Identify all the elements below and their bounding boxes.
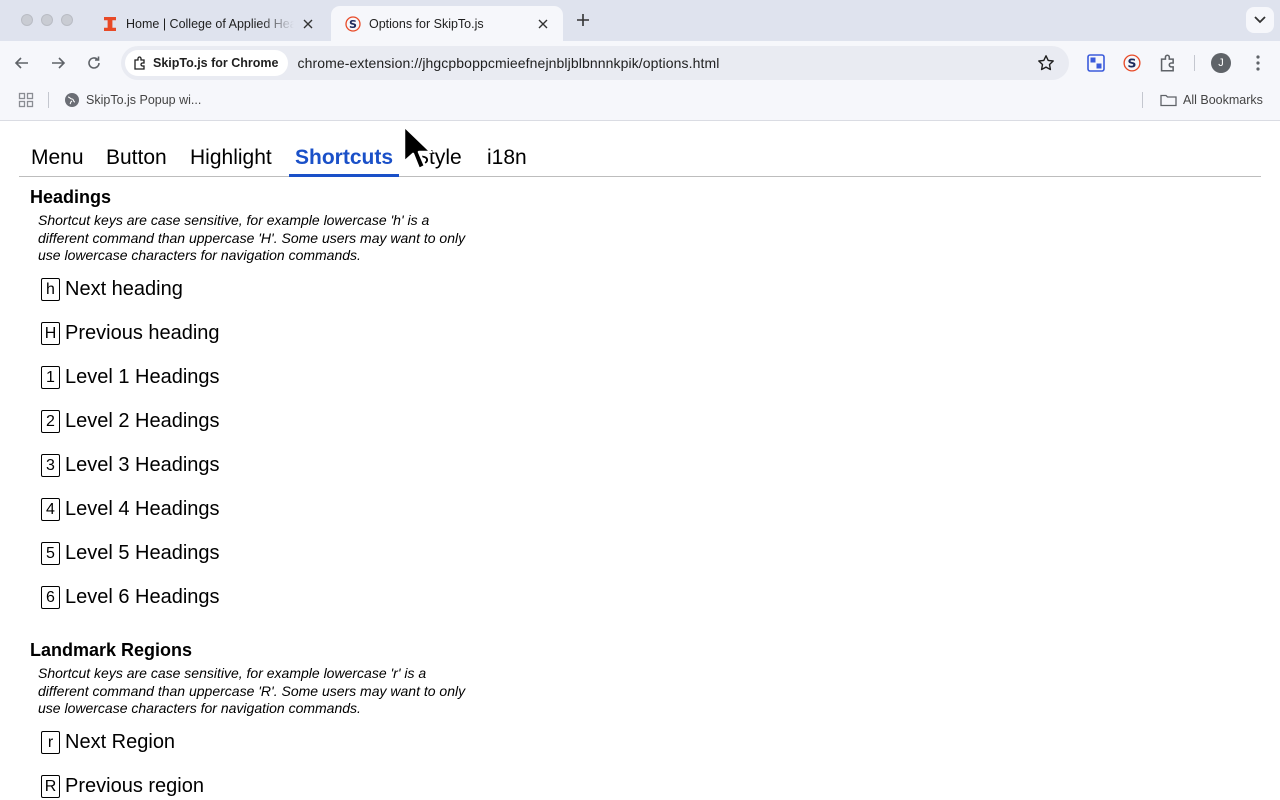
close-tab-icon[interactable] — [535, 16, 551, 32]
globe-icon — [65, 93, 79, 107]
browser-tab-strip: Home | College of Applied Health Science… — [0, 0, 1280, 41]
site-info-chip[interactable]: SkipTo.js for Chrome — [125, 50, 289, 76]
shortcut-label: Previous heading — [65, 322, 220, 344]
bookmarks-divider — [48, 92, 49, 108]
tab-title: Options for SkipTo.js — [369, 16, 484, 31]
shortcut-label: Level 5 Headings — [65, 542, 220, 564]
skipto-icon: S — [345, 15, 361, 32]
headings-section: Headings Shortcut keys are case sensitiv… — [30, 186, 468, 620]
apps-button[interactable] — [18, 85, 34, 115]
shortcut-row: Level 3 Headings — [41, 444, 468, 488]
shortcut-label: Level 4 Headings — [65, 498, 220, 520]
svg-text:S: S — [1128, 57, 1137, 71]
browser-tab-college[interactable]: Home | College of Applied Health Science… — [88, 6, 328, 41]
puzzle-icon — [1160, 54, 1174, 72]
browser-tab-options[interactable]: S Options for SkipTo.js — [331, 6, 563, 41]
shortcut-key-input[interactable] — [41, 366, 60, 389]
tab-i18n[interactable]: i18n — [481, 141, 533, 177]
shortcut-row: Level 5 Headings — [41, 532, 468, 576]
shortcut-key-input[interactable] — [41, 278, 60, 301]
shortcut-key-input[interactable] — [41, 410, 60, 433]
more-vertical-icon — [1256, 55, 1260, 71]
tab-menu[interactable]: Menu — [25, 141, 90, 177]
shortcut-row: Level 2 Headings — [41, 400, 468, 444]
extensions-menu-button[interactable] — [1158, 53, 1178, 73]
reload-icon — [88, 56, 100, 69]
shortcut-row: Previous region — [41, 765, 468, 800]
tab-search-button[interactable] — [1246, 7, 1274, 33]
back-button[interactable] — [12, 53, 32, 73]
shortcut-row: Level 6 Headings — [41, 576, 468, 620]
skipto-extension-button[interactable]: S — [1122, 53, 1142, 73]
window-close-button[interactable] — [21, 14, 33, 26]
address-bar[interactable]: SkipTo.js for Chrome chrome-extension://… — [121, 46, 1069, 80]
tab-highlight[interactable]: Highlight — [184, 141, 278, 177]
shortcut-label: Level 1 Headings — [65, 366, 220, 388]
skipto-icon: S — [1123, 54, 1141, 72]
section-heading: Landmark Regions — [30, 640, 193, 660]
shortcut-list: Next Region Previous region — [30, 721, 468, 800]
section-heading: Headings — [30, 187, 112, 207]
shortcut-key-input[interactable] — [41, 498, 60, 521]
browser-toolbar: SkipTo.js for Chrome chrome-extension://… — [0, 41, 1280, 85]
arrow-right-icon — [52, 57, 66, 69]
shortcut-label: Level 3 Headings — [65, 454, 220, 476]
shortcut-label: Previous region — [65, 775, 204, 797]
shortcut-row: Level 4 Headings — [41, 488, 468, 532]
shortcut-list: Next heading Previous heading Level 1 He… — [30, 268, 468, 620]
shortcut-row: Next heading — [41, 268, 468, 312]
shortcut-label: Level 6 Headings — [65, 586, 220, 608]
window-minimize-button[interactable] — [41, 14, 53, 26]
plus-icon — [577, 14, 589, 26]
shortcut-row: Next Region — [41, 721, 468, 765]
shortcut-key-input[interactable] — [41, 322, 60, 345]
site-name: SkipTo.js for Chrome — [153, 56, 279, 70]
profile-avatar[interactable]: J — [1211, 53, 1231, 73]
browser-menu-button[interactable] — [1248, 53, 1268, 73]
shortcut-row: Level 1 Headings — [41, 356, 468, 400]
shortcut-label: Next heading — [65, 278, 183, 300]
shortcut-row: Previous heading — [41, 312, 468, 356]
options-page: Menu Button Highlight Shortcuts Style i1… — [0, 121, 1280, 800]
bookmark-label: SkipTo.js Popup wi... — [86, 93, 202, 107]
shortcut-key-input[interactable] — [41, 586, 60, 609]
bookmark-star-icon[interactable] — [1037, 54, 1055, 72]
all-bookmarks-button[interactable]: All Bookmarks — [1160, 85, 1263, 115]
svg-text:S: S — [349, 18, 357, 31]
shortcut-label: Next Region — [65, 731, 176, 753]
tab-style[interactable]: Style — [409, 141, 468, 177]
reload-button[interactable] — [84, 53, 104, 73]
illinois-i-icon — [102, 16, 118, 32]
toolbar-divider — [1194, 55, 1195, 71]
all-bookmarks-label: All Bookmarks — [1183, 93, 1263, 107]
shortcut-key-input[interactable] — [41, 731, 60, 754]
close-tab-icon[interactable] — [300, 16, 316, 32]
folder-icon — [1160, 94, 1177, 107]
apps-grid-icon — [18, 92, 34, 108]
new-tab-button[interactable] — [573, 10, 593, 30]
shortcut-label: Level 2 Headings — [65, 410, 220, 432]
extension-button-1[interactable] — [1086, 53, 1106, 73]
section-description: Shortcut keys are case sensitive, for ex… — [38, 665, 466, 716]
shortcut-key-input[interactable] — [41, 454, 60, 477]
shortcut-key-input[interactable] — [41, 775, 60, 798]
bookmarks-bar: SkipTo.js Popup wi... All Bookmarks — [0, 85, 1280, 121]
section-description: Shortcut keys are case sensitive, for ex… — [38, 212, 466, 263]
extension-grid-icon — [1087, 54, 1105, 72]
url-text[interactable]: chrome-extension://jhgcpboppcmieefnejnbl… — [297, 55, 719, 71]
bookmark-item[interactable]: SkipTo.js Popup wi... — [64, 85, 201, 115]
forward-button[interactable] — [48, 53, 68, 73]
shortcut-key-input[interactable] — [41, 542, 60, 565]
arrow-left-icon — [14, 57, 28, 69]
bookmarks-divider — [1142, 92, 1143, 108]
options-tab-list: Menu Button Highlight Shortcuts Style i1… — [19, 141, 1261, 177]
tab-shortcuts[interactable]: Shortcuts — [289, 141, 400, 177]
landmarks-section: Landmark Regions Shortcut keys are case … — [30, 639, 468, 800]
tab-button[interactable]: Button — [100, 141, 173, 177]
chevron-down-icon — [1254, 16, 1266, 24]
tab-title: Home | College of Applied Health Science… — [126, 16, 294, 31]
window-zoom-button[interactable] — [61, 14, 73, 26]
puzzle-icon — [134, 56, 145, 70]
